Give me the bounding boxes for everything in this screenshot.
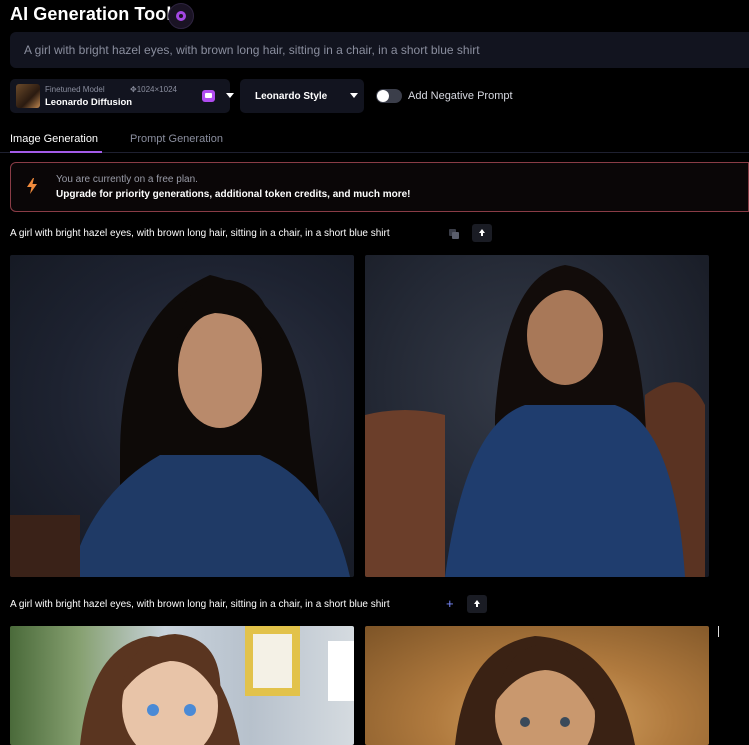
- portrait-illustration: [80, 626, 354, 745]
- banner-upgrade-text: Upgrade for priority generations, additi…: [56, 189, 411, 200]
- text-cursor: [718, 626, 719, 637]
- app-badge-icon: [168, 3, 194, 29]
- prompt-input-text: A girl with bright hazel eyes, with brow…: [24, 43, 480, 57]
- style-select[interactable]: Leonardo Style: [240, 79, 364, 113]
- model-thumbnail: [16, 84, 40, 108]
- generated-image[interactable]: [10, 626, 354, 745]
- active-tab-indicator: [10, 151, 102, 153]
- portrait-illustration: [365, 265, 705, 577]
- model-resolution: ✥1024×1024: [130, 85, 177, 94]
- copy-icon[interactable]: [448, 228, 460, 240]
- plus-icon[interactable]: +: [446, 597, 454, 610]
- style-label: Leonardo Style: [255, 91, 328, 102]
- generation-prompt: A girl with bright hazel eyes, with brow…: [10, 599, 390, 610]
- negative-prompt-toggle[interactable]: [376, 89, 402, 103]
- tab-prompt-generation[interactable]: Prompt Generation: [130, 133, 223, 145]
- generated-image[interactable]: [365, 255, 709, 577]
- tab-image-generation[interactable]: Image Generation: [10, 133, 98, 145]
- reuse-prompt-button[interactable]: [467, 595, 487, 613]
- generated-image[interactable]: [10, 255, 354, 577]
- banner-plan-text: You are currently on a free plan.: [56, 174, 198, 185]
- portrait-illustration: [10, 275, 350, 577]
- model-select[interactable]: Finetuned Model ✥1024×1024 Leonardo Diff…: [10, 79, 234, 113]
- negative-prompt-label[interactable]: Add Negative Prompt: [408, 90, 513, 102]
- model-name: Leonardo Diffusion: [45, 97, 133, 108]
- app-title: AI Generation Tool: [10, 4, 172, 24]
- tabs-divider: [0, 152, 749, 153]
- chevron-down-icon[interactable]: [226, 93, 234, 98]
- bolt-icon: [27, 178, 37, 194]
- reuse-prompt-button[interactable]: [472, 224, 492, 242]
- portrait-illustration: [455, 636, 635, 745]
- chevron-down-icon: [350, 93, 358, 98]
- arrow-up-icon: [479, 229, 485, 236]
- toggle-knob: [377, 90, 389, 102]
- upgrade-banner[interactable]: You are currently on a free plan. Upgrad…: [10, 162, 749, 212]
- generated-image[interactable]: [365, 626, 709, 745]
- arrow-up-icon: [474, 600, 480, 607]
- model-subtitle: Finetuned Model: [45, 85, 105, 94]
- generation-prompt: A girl with bright hazel eyes, with brow…: [10, 228, 390, 239]
- prompt-input[interactable]: A girl with bright hazel eyes, with brow…: [10, 32, 749, 68]
- model-type-icon: [202, 90, 215, 102]
- resolution-icon: ✥: [130, 85, 137, 94]
